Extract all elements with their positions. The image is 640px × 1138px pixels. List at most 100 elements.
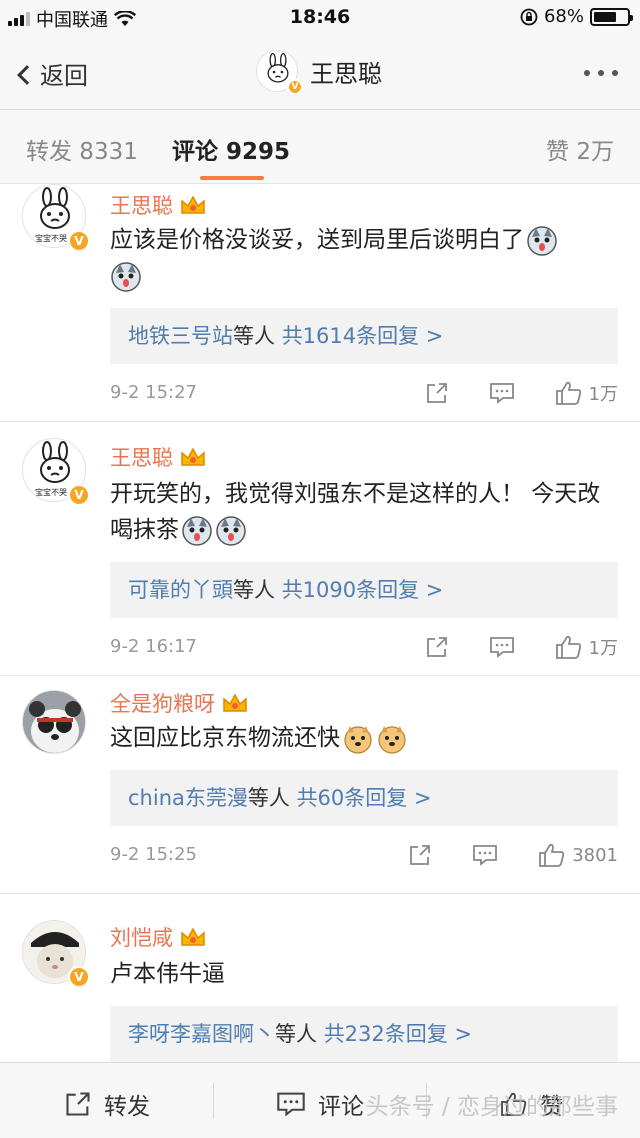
verified-badge-icon: V <box>68 230 90 252</box>
vip-crown-icon <box>181 447 205 466</box>
reply-summary[interactable]: china东莞漫等人 共60条回复 > <box>110 770 618 826</box>
avatar[interactable] <box>22 690 86 754</box>
battery-icon <box>590 7 633 26</box>
like-button[interactable]: 1万 <box>555 380 618 406</box>
battery-percent: 68% <box>543 6 584 27</box>
watermark: 头条号 / 恋身过的那些事 <box>365 1094 618 1120</box>
comment-text: 这回应比京东物流还快 <box>110 720 620 756</box>
nav-bar: 返回 V 王思聪 <box>0 36 640 110</box>
status-bar: 中国联通 18:46 68% <box>0 0 640 36</box>
divider <box>213 1083 214 1119</box>
tab-comment[interactable]: 评论 9295 <box>172 132 290 166</box>
tabs-bar: 转发 8331 评论 9295 赞 2万 <box>0 110 640 184</box>
username-label: 王思聪 <box>110 194 173 218</box>
comment-actions: 3801 <box>408 842 618 868</box>
username-label: 王思聪 <box>110 446 173 470</box>
comment-time: 9-2 15:25 <box>110 844 197 865</box>
chevron-left-icon <box>17 64 37 85</box>
reply-users-link[interactable]: china东莞漫 <box>128 786 248 810</box>
comment-label: 评论 <box>318 1094 364 1120</box>
husky-emoji-icon <box>181 515 213 547</box>
verified-badge-icon: V <box>68 966 90 988</box>
like-button[interactable]: 1万 <box>555 634 618 660</box>
comment-icon[interactable] <box>489 635 515 659</box>
share-icon[interactable] <box>408 843 432 867</box>
reply-summary[interactable]: 李呀李嘉图啊丶等人 共232条回复 > <box>110 1006 618 1062</box>
comment-item: 宝宝不哭 V 王思聪 开玩笑的，我觉得刘强东不是这样的人！ 今天改喝抹茶 可靠的… <box>0 422 640 676</box>
thumbs-up-icon <box>555 381 581 405</box>
reply-total-link[interactable]: 共232条回复 > <box>324 1022 472 1046</box>
comment-username[interactable]: 全是狗粮呀 <box>110 688 249 718</box>
panda-avatar-icon <box>23 691 85 753</box>
doge-emoji-icon <box>376 723 408 755</box>
comment-text: 开玩笑的，我觉得刘强东不是这样的人！ 今天改喝抹茶 <box>110 476 620 548</box>
comment-item: V 刘恺咸 卢本伟牛逼 李呀李嘉图啊丶等人 共232条回复 > <box>0 894 640 1062</box>
bottom-action-bar: 转发 评论 赞 头条号 / 恋身过的那些事 <box>0 1062 640 1138</box>
username-label: 刘恺咸 <box>110 926 173 950</box>
avatar-caption: 宝宝不哭 <box>35 234 67 243</box>
husky-emoji-icon <box>526 225 558 257</box>
nav-user[interactable]: V 王思聪 <box>256 50 382 95</box>
back-label: 返回 <box>40 62 88 90</box>
status-right: 68% <box>520 6 633 27</box>
repost-button[interactable]: 转发 <box>64 1087 150 1121</box>
username-label: 全是狗粮呀 <box>110 692 215 716</box>
share-icon[interactable] <box>425 635 449 659</box>
like-count: 3801 <box>572 844 618 866</box>
doge-emoji-icon <box>342 723 374 755</box>
comment-icon[interactable] <box>489 381 515 405</box>
verified-badge-icon: V <box>68 484 90 506</box>
reply-total-link[interactable]: 共1090条回复 > <box>282 578 444 602</box>
repost-label: 转发 <box>104 1094 150 1120</box>
back-button[interactable]: 返回 <box>17 56 88 91</box>
husky-emoji-icon <box>110 261 142 293</box>
comment-text-content: 卢本伟牛逼 <box>110 961 225 987</box>
active-tab-indicator <box>200 176 264 180</box>
reply-summary[interactable]: 可靠的丫頭等人 共1090条回复 > <box>110 562 618 618</box>
reply-mid-label: 等人 <box>233 324 282 348</box>
comment-item: 全是狗粮呀 这回应比京东物流还快 china东莞漫等人 共60条回复 > 9-2… <box>0 676 640 894</box>
page-title: 王思聪 <box>310 59 382 88</box>
vip-crown-icon <box>181 195 205 214</box>
tab-like[interactable]: 赞 2万 <box>546 132 614 166</box>
reply-mid-label: 等人 <box>247 786 297 810</box>
reply-mid-label: 等人 <box>233 578 282 602</box>
comment-actions: 1万 <box>425 634 618 660</box>
reply-mid-label: 等人 <box>275 1022 324 1046</box>
comment-list: 宝宝不哭 V 王思聪 应该是价格没谈妥，送到局里后谈明白了 地铁三号站等人 共1… <box>0 184 640 1062</box>
share-icon[interactable] <box>425 381 449 405</box>
more-dots-icon[interactable] <box>584 70 618 76</box>
comment-username[interactable]: 王思聪 <box>110 442 207 472</box>
comment-username[interactable]: 刘恺咸 <box>110 922 207 952</box>
comment-text-content: 应该是价格没谈妥，送到局里后谈明白了 <box>110 227 524 253</box>
reply-users-link[interactable]: 可靠的丫頭 <box>128 578 233 602</box>
orientation-lock-icon <box>520 8 538 25</box>
vip-crown-icon <box>223 693 247 712</box>
comment-actions: 1万 <box>425 380 618 406</box>
reply-users-link[interactable]: 地铁三号站 <box>128 324 233 348</box>
verified-badge-icon: V <box>287 79 303 95</box>
like-count: 1万 <box>588 384 618 405</box>
share-icon <box>66 1092 90 1116</box>
comment-text-content: 这回应比京东物流还快 <box>110 725 340 751</box>
avatar[interactable]: V <box>256 50 303 95</box>
husky-emoji-icon <box>215 515 247 547</box>
reply-users-link[interactable]: 李呀李嘉图啊丶 <box>128 1022 275 1046</box>
comment-icon <box>277 1092 305 1117</box>
tab-repost[interactable]: 转发 8331 <box>26 132 138 166</box>
vip-crown-icon <box>181 927 205 946</box>
comment-text: 卢本伟牛逼 <box>110 956 620 992</box>
comment-username[interactable]: 王思聪 <box>110 190 207 220</box>
reply-total-link[interactable]: 共1614条回复 > <box>282 324 444 348</box>
reply-total-link[interactable]: 共60条回复 > <box>297 786 432 810</box>
comment-button[interactable]: 评论 <box>276 1087 364 1121</box>
thumbs-up-icon <box>555 635 581 659</box>
comment-time: 9-2 15:27 <box>110 382 197 403</box>
reply-summary[interactable]: 地铁三号站等人 共1614条回复 > <box>110 308 618 364</box>
like-button[interactable]: 3801 <box>538 842 618 868</box>
comment-time: 9-2 16:17 <box>110 636 197 657</box>
like-count: 1万 <box>588 638 618 659</box>
avatar-caption: 宝宝不哭 <box>35 488 67 497</box>
comment-text: 应该是价格没谈妥，送到局里后谈明白了 <box>110 222 620 294</box>
comment-icon[interactable] <box>472 843 498 867</box>
